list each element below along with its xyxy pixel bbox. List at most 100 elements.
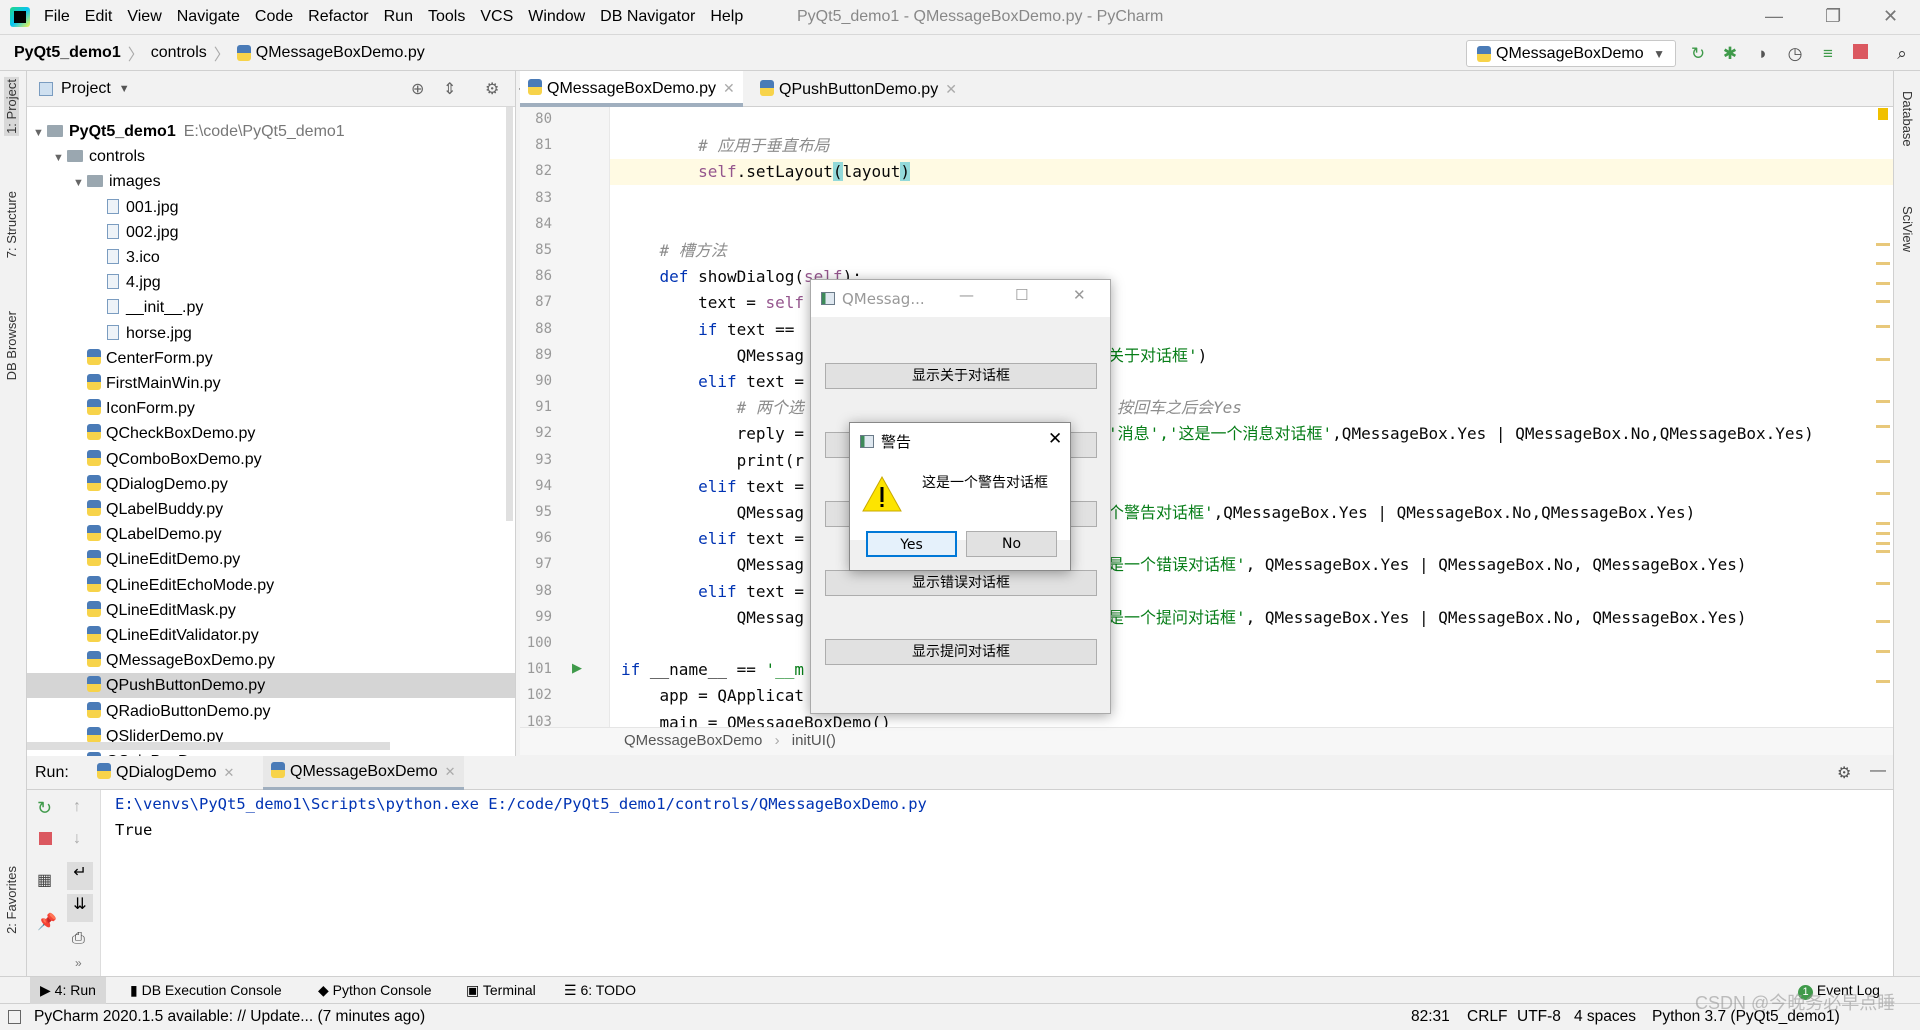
rerun-icon[interactable]: ↻ [1688, 44, 1708, 64]
tree-file[interactable]: QLabelBuddy.py [27, 497, 515, 522]
tree-file[interactable]: horse.jpg [27, 321, 515, 346]
pin-icon[interactable]: 📌 [37, 912, 57, 932]
database-tool-button[interactable]: Database [1900, 91, 1915, 147]
code-editor[interactable]: 80 81 82 83 84 85 86 87 88 89 90 91 92 93 94 95 96 97 98 99… [520, 107, 1893, 755]
search-icon[interactable]: ⌕ [1892, 44, 1912, 64]
error-stripe-mark[interactable] [1876, 460, 1890, 463]
tree-folder-controls[interactable]: ▼ controls [27, 144, 515, 169]
tree-root[interactable]: ▼ PyQt5_demo1 E:\code\PyQt5_demo1 [27, 119, 515, 144]
yes-button[interactable]: Yes [866, 531, 957, 557]
tree-file[interactable]: 3.ico [27, 245, 515, 270]
error-stripe-mark[interactable] [1876, 620, 1890, 623]
bottom-tab-todo[interactable]: ☰ 6: TODO [558, 977, 642, 1004]
vertical-scrollbar[interactable] [506, 107, 513, 521]
maximize-button[interactable]: ☐ [1015, 286, 1028, 304]
menu-edit[interactable]: Edit [85, 8, 113, 26]
close-tab-icon[interactable]: ✕ [945, 81, 957, 97]
tree-file[interactable]: IconForm.py [27, 396, 515, 421]
soft-wrap-icon[interactable]: ↵ [67, 862, 93, 890]
run-configuration-select[interactable]: QMessageBoxDemo ▼ [1466, 40, 1676, 67]
menu-help[interactable]: Help [710, 8, 743, 26]
menu-navigate[interactable]: Navigate [177, 8, 240, 26]
menu-refactor[interactable]: Refactor [308, 8, 368, 26]
run-tab-qdialogdemo[interactable]: QDialogDemo ✕ [91, 756, 240, 790]
run-console[interactable]: ↻ ▦ 📌 ↑ ↓ ↵ ⇊ ⎙ » E:\venvs\PyQt5_demo1\S… [27, 790, 1893, 976]
print-icon[interactable]: ⎙ [72, 930, 85, 948]
breadcrumb-file[interactable]: QMessageBoxDemo.py [256, 44, 425, 62]
stop-icon[interactable] [39, 832, 52, 845]
menu-view[interactable]: View [127, 8, 161, 26]
update-notification[interactable]: PyCharm 2020.1.5 available: // Update...… [34, 1004, 425, 1030]
show-error-dialog-button[interactable]: 显示错误对话框 [825, 570, 1097, 596]
error-stripe-mark[interactable] [1876, 425, 1890, 428]
bottom-tab-python-console[interactable]: ◆ Python Console [312, 977, 438, 1004]
tree-file[interactable]: CenterForm.py [27, 346, 515, 371]
more-icon[interactable]: » [75, 956, 82, 970]
tree-folder-images[interactable]: ▼ images [27, 169, 515, 194]
tree-file[interactable]: QRadioButtonDemo.py [27, 699, 515, 724]
breadcrumb-folder[interactable]: controls [151, 44, 207, 62]
run-with-coverage-icon[interactable]: ◗ [1753, 44, 1773, 64]
tree-file[interactable]: QLineEditEchoMode.py [27, 573, 515, 598]
project-view-select[interactable]: Project [61, 80, 111, 98]
tree-file[interactable]: QLineEditValidator.py [27, 623, 515, 648]
tree-file[interactable]: QPushButtonDemo.py [27, 673, 515, 699]
profile-icon[interactable]: ◷ [1785, 44, 1805, 64]
gear-icon[interactable]: ⚙ [1837, 763, 1851, 783]
error-stripe-mark[interactable] [1876, 550, 1890, 553]
error-stripe-mark[interactable] [1876, 582, 1890, 585]
run-tab-qmessageboxdemo[interactable]: QMessageBoxDemo ✕ [263, 756, 464, 790]
tab-qpushbuttondemo[interactable]: QPushButtonDemo.py ✕ [752, 71, 965, 107]
run-concurrency-icon[interactable]: ≡ [1818, 44, 1838, 64]
error-stripe-mark[interactable] [1876, 680, 1890, 683]
error-stripe-mark[interactable] [1876, 358, 1890, 361]
error-stripe-mark[interactable] [1876, 492, 1890, 495]
menu-run[interactable]: Run [384, 8, 413, 26]
caret-position[interactable]: 82:31 [1411, 1004, 1450, 1030]
tree-file[interactable]: QLineEditDemo.py [27, 547, 515, 572]
tab-qmessageboxdemo[interactable]: QMessageBoxDemo.py ✕ [520, 71, 743, 107]
tree-file[interactable]: QLineEditMask.py [27, 598, 515, 623]
file-encoding[interactable]: UTF-8 [1517, 1004, 1561, 1030]
tree-file[interactable]: QMessageBoxDemo.py [27, 648, 515, 673]
minimize-button[interactable]: — [1765, 6, 1783, 27]
breadcrumb-project[interactable]: PyQt5_demo1 [14, 44, 121, 62]
gear-icon[interactable]: ⚙ [485, 79, 499, 99]
down-arrow-icon[interactable]: ↓ [73, 830, 81, 848]
restore-button[interactable]: ❐ [1825, 6, 1841, 27]
structure-tool-button[interactable]: 7: Structure [4, 191, 19, 258]
close-tab-icon[interactable]: ✕ [723, 80, 735, 96]
error-stripe-mark[interactable] [1876, 325, 1890, 328]
menu-db-navigator[interactable]: DB Navigator [600, 8, 695, 26]
tree-file[interactable]: 001.jpg [27, 195, 515, 220]
tree-file[interactable]: QCheckBoxDemo.py [27, 421, 515, 446]
stop-icon[interactable] [1850, 44, 1870, 64]
bottom-tab-db-execution-console[interactable]: ▮ DB Execution Console [124, 977, 288, 1004]
minimize-button[interactable]: — [959, 286, 974, 304]
hide-icon[interactable]: — [1870, 762, 1886, 780]
tree-file[interactable]: 002.jpg [27, 220, 515, 245]
menu-file[interactable]: File [44, 8, 70, 26]
error-stripe-mark[interactable] [1876, 282, 1890, 285]
show-about-dialog-button[interactable]: 显示关于对话框 [825, 363, 1097, 389]
collapse-all-icon[interactable]: ⇕ [443, 79, 456, 99]
close-button[interactable]: ✕ [1073, 286, 1086, 304]
locate-icon[interactable]: ⊕ [411, 79, 424, 99]
scroll-to-end-icon[interactable]: ⇊ [67, 894, 93, 922]
menu-code[interactable]: Code [255, 8, 293, 26]
run-gutter-icon[interactable]: ▶ [572, 660, 582, 676]
layout-icon[interactable]: ▦ [37, 870, 52, 890]
project-tool-button[interactable]: 1: Project [4, 77, 19, 136]
favorites-tool-button[interactable]: 2: Favorites [4, 866, 19, 934]
error-stripe-mark[interactable] [1876, 400, 1890, 403]
bottom-tab-run[interactable]: ▶ 4: Run [30, 977, 106, 1004]
menu-window[interactable]: Window [528, 8, 585, 26]
db-browser-tool-button[interactable]: DB Browser [4, 311, 19, 380]
tree-file[interactable]: QComboBoxDemo.py [27, 447, 515, 472]
show-question-dialog-button[interactable]: 显示提问对话框 [825, 639, 1097, 665]
error-stripe-mark[interactable] [1876, 532, 1890, 535]
sciview-tool-button[interactable]: SciView [1900, 206, 1915, 252]
close-button[interactable]: ✕ [1883, 6, 1898, 27]
crumb-class[interactable]: QMessageBoxDemo [624, 732, 762, 749]
error-stripe-mark[interactable] [1876, 300, 1890, 303]
